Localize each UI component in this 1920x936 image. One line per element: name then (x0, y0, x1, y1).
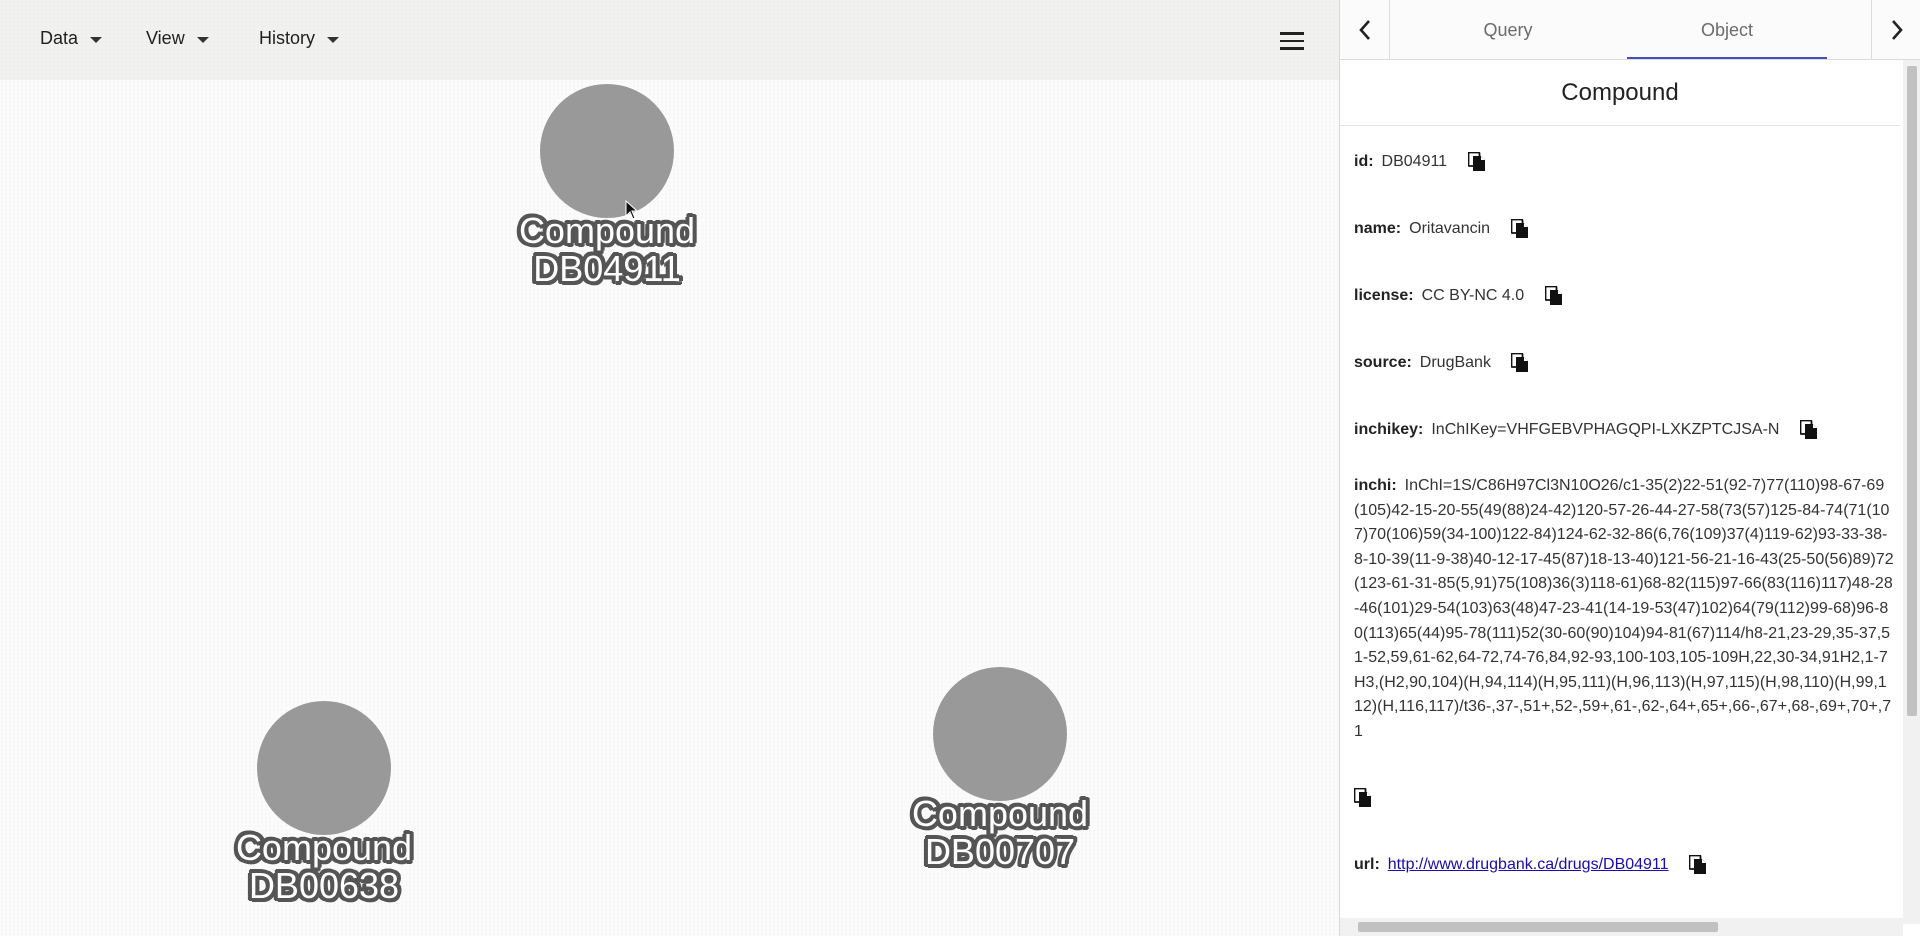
prop-key: inchikey: (1354, 421, 1424, 438)
history-menu-label: History (259, 28, 316, 48)
prop-id: id: DB04911 (1354, 150, 1894, 175)
data-menu[interactable]: Data (40, 28, 103, 49)
top-menubar: Data View History (0, 0, 1339, 80)
node-id-label: DB00638 (248, 865, 400, 906)
node-id-label: DB04911 (533, 248, 681, 289)
graph-canvas[interactable]: Data View History Compound DB04911 Compo… (0, 0, 1339, 936)
prop-inchi-copy-row (1354, 786, 1894, 811)
panel-tabbar: Query Object (1340, 0, 1920, 60)
active-tab-indicator (1627, 57, 1827, 59)
copy-icon[interactable] (1510, 218, 1529, 239)
prev-button[interactable] (1340, 0, 1390, 60)
prop-key: url: (1354, 856, 1380, 873)
node-type-label: Compound (235, 827, 413, 868)
object-panel: Query Object Compound id: DB04911 name: Or… (1339, 0, 1920, 936)
horizontal-scrollbar[interactable] (1340, 918, 1903, 936)
graph-node-compound-db00638[interactable]: Compound DB00638 (236, 701, 412, 911)
copy-icon[interactable] (1689, 854, 1707, 875)
mouse-pointer-icon (625, 200, 639, 220)
prop-source: source: DrugBank (1354, 351, 1894, 376)
prop-value: CC BY-NC 4.0 (1421, 287, 1525, 304)
node-circle[interactable] (933, 667, 1067, 801)
node-label: Compound DB00707 (912, 795, 1088, 871)
prop-inchikey: inchikey: InChIKey=VHFGEBVPHAGQPI-LXKZPTC… (1354, 418, 1894, 443)
vertical-scrollbar[interactable] (1903, 60, 1920, 924)
node-label: Compound DB04911 (519, 212, 695, 288)
next-button[interactable] (1871, 0, 1920, 60)
caret-down-icon (90, 36, 103, 43)
prop-inchi: inchi: InChI=1S/C86H97Cl3N10O26/c1-35(2)2… (1354, 474, 1894, 745)
prop-key: inchi: (1354, 477, 1397, 494)
caret-down-icon (196, 36, 209, 43)
node-label: Compound DB00638 (236, 829, 412, 905)
node-type-label: Compound (518, 210, 696, 251)
view-menu[interactable]: View (146, 28, 209, 49)
node-id-label: DB00707 (924, 831, 1076, 872)
tab-object[interactable]: Object (1627, 0, 1827, 60)
node-circle[interactable] (257, 701, 391, 835)
prop-value: Oritavancin (1409, 220, 1491, 237)
prop-key: id: (1354, 153, 1374, 170)
copy-icon[interactable] (1511, 352, 1529, 373)
node-type-label: Compound (911, 793, 1089, 834)
hamburger-menu-icon[interactable] (1280, 32, 1304, 50)
chevron-left-icon (1358, 20, 1370, 40)
prop-name: name: Oritavancin (1354, 217, 1894, 242)
copy-icon[interactable] (1467, 151, 1486, 172)
prop-url: url: http://www.drugbank.ca/drugs/DB04911 (1354, 853, 1894, 878)
scrollbar-thumb[interactable] (1358, 922, 1718, 932)
view-menu-label: View (146, 28, 185, 48)
tab-query[interactable]: Query (1408, 0, 1608, 60)
history-menu[interactable]: History (259, 28, 340, 49)
node-circle[interactable] (540, 84, 674, 218)
prop-key: source: (1354, 354, 1412, 371)
prop-key: license: (1354, 287, 1414, 304)
prop-license: license: CC BY-NC 4.0 (1354, 284, 1894, 309)
data-menu-label: Data (40, 28, 79, 48)
object-title: Compound (1340, 60, 1900, 126)
prop-value: DrugBank (1419, 354, 1491, 371)
scrollbar-thumb[interactable] (1907, 66, 1917, 716)
copy-icon[interactable] (1799, 419, 1818, 440)
prop-value: DB04911 (1381, 153, 1448, 170)
copy-icon[interactable] (1544, 285, 1563, 306)
url-link[interactable]: http://www.drugbank.ca/drugs/DB04911 (1388, 856, 1669, 873)
graph-node-compound-db04911[interactable]: Compound DB04911 (519, 84, 695, 294)
graph-node-compound-db00707[interactable]: Compound DB00707 (912, 667, 1088, 877)
caret-down-icon (327, 36, 340, 43)
chevron-right-icon (1891, 20, 1903, 40)
prop-value: InChI=1S/C86H97Cl3N10O26/c1-35(2)22-51(9… (1354, 477, 1894, 740)
prop-value: InChIKey=VHFGEBVPHAGQPI-LXKZPTCJSA-N (1431, 421, 1780, 438)
prop-key: name: (1354, 220, 1402, 237)
copy-icon[interactable] (1354, 787, 1372, 808)
